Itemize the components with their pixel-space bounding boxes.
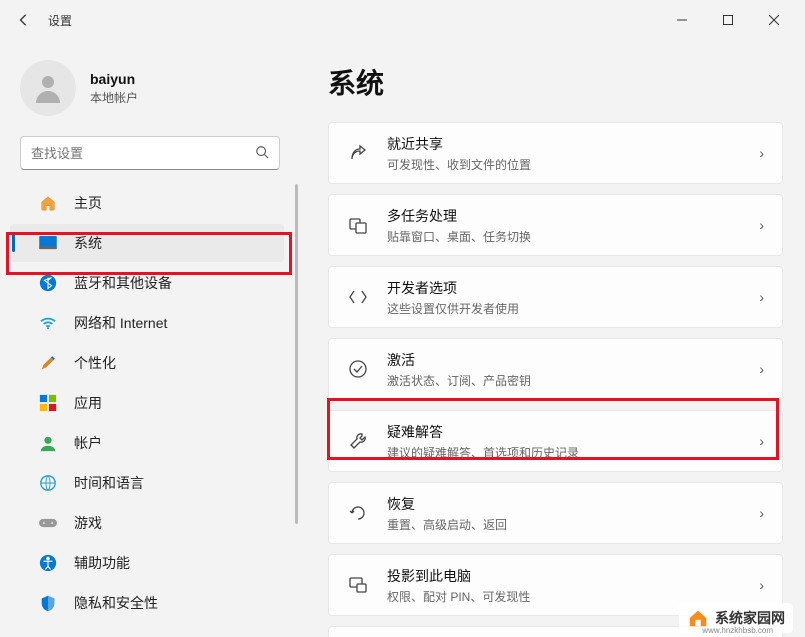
globe-clock-icon: [38, 473, 58, 493]
card-nearby-sharing[interactable]: 就近共享 可发现性、收到文件的位置 ›: [328, 122, 783, 184]
chevron-right-icon: ›: [759, 217, 764, 233]
sidebar-item-network[interactable]: 网络和 Internet: [10, 304, 284, 342]
chevron-right-icon: ›: [759, 145, 764, 161]
watermark-text: 系统家园网: [715, 608, 785, 628]
check-circle-icon: [347, 358, 369, 380]
sidebar-item-gaming[interactable]: 游戏: [10, 504, 284, 542]
back-button[interactable]: [8, 4, 40, 36]
sidebar-item-label: 隐私和安全性: [74, 593, 158, 613]
sidebar-item-accessibility[interactable]: 辅助功能: [10, 544, 284, 582]
chevron-right-icon: ›: [759, 577, 764, 593]
card-title: 开发者选项: [387, 278, 759, 298]
nav-list: 主页 系统 蓝牙和其他设备 网络和 Internet 个性化 应用: [0, 184, 300, 637]
close-button[interactable]: [751, 4, 797, 36]
developer-icon: [347, 286, 369, 308]
card-subtitle: 这些设置仅供开发者使用: [387, 300, 759, 317]
search-input[interactable]: [31, 146, 255, 161]
gamepad-icon: [38, 513, 58, 533]
sidebar-item-label: 个性化: [74, 353, 116, 373]
project-icon: [347, 574, 369, 596]
sidebar-item-label: 时间和语言: [74, 473, 144, 493]
window-controls: [659, 4, 797, 36]
recovery-icon: [347, 502, 369, 524]
card-title: 激活: [387, 350, 759, 370]
card-recovery[interactable]: 恢复 重置、高级启动、返回 ›: [328, 482, 783, 544]
maximize-button[interactable]: [705, 4, 751, 36]
wrench-icon: [347, 430, 369, 452]
user-name: baiyun: [90, 71, 138, 87]
wifi-icon: [38, 313, 58, 333]
card-title: 投影到此电脑: [387, 566, 759, 586]
app-title: 设置: [48, 12, 72, 29]
sidebar-item-privacy[interactable]: 隐私和安全性: [10, 584, 284, 622]
main-panel: 系统 就近共享 可发现性、收到文件的位置 › 多任务处理 贴靠窗口、桌面、任务切…: [300, 40, 805, 637]
sidebar: baiyun 本地帐户 主页 系统 蓝牙和其他设备: [0, 40, 300, 637]
card-subtitle: 重置、高级启动、返回: [387, 516, 759, 533]
sidebar-item-bluetooth[interactable]: 蓝牙和其他设备: [10, 264, 284, 302]
sidebar-item-label: 帐户: [74, 433, 102, 453]
bluetooth-icon: [38, 273, 58, 293]
card-subtitle: 贴靠窗口、桌面、任务切换: [387, 228, 759, 245]
chevron-right-icon: ›: [759, 361, 764, 377]
card-subtitle: 可发现性、收到文件的位置: [387, 156, 759, 173]
chevron-right-icon: ›: [759, 433, 764, 449]
card-title: 多任务处理: [387, 206, 759, 226]
card-developer[interactable]: 开发者选项 这些设置仅供开发者使用 ›: [328, 266, 783, 328]
share-icon: [347, 142, 369, 164]
user-subtitle: 本地帐户: [90, 89, 138, 106]
card-title: 疑难解答: [387, 422, 759, 442]
watermark: 系统家园网 www.hnzkhbsb.com: [679, 603, 793, 633]
search-icon: [255, 145, 269, 162]
card-multitasking[interactable]: 多任务处理 贴靠窗口、桌面、任务切换 ›: [328, 194, 783, 256]
card-title: 就近共享: [387, 134, 759, 154]
sidebar-item-apps[interactable]: 应用: [10, 384, 284, 422]
user-block[interactable]: baiyun 本地帐户: [0, 52, 300, 136]
title-bar: 设置: [0, 0, 805, 40]
sidebar-item-label: 应用: [74, 393, 102, 413]
sidebar-item-label: 蓝牙和其他设备: [74, 273, 172, 293]
chevron-right-icon: ›: [759, 505, 764, 521]
sidebar-item-label: 系统: [74, 233, 102, 253]
card-subtitle: 权限、配对 PIN、可发现性: [387, 588, 759, 605]
page-title: 系统: [328, 62, 783, 102]
chevron-right-icon: ›: [759, 289, 764, 305]
sidebar-item-label: 网络和 Internet: [74, 313, 167, 333]
sidebar-item-accounts[interactable]: 帐户: [10, 424, 284, 462]
home-icon: [38, 193, 58, 213]
multitask-icon: [347, 214, 369, 236]
sidebar-item-system[interactable]: 系统: [10, 224, 284, 262]
accessibility-icon: [38, 553, 58, 573]
sidebar-item-label: 游戏: [74, 513, 102, 533]
sidebar-item-time[interactable]: 时间和语言: [10, 464, 284, 502]
person-icon: [38, 433, 58, 453]
sidebar-scrollbar[interactable]: [295, 184, 298, 524]
card-subtitle: 建议的疑难解答、首选项和历史记录: [387, 444, 759, 461]
search-box[interactable]: [20, 136, 280, 170]
system-icon: [38, 233, 58, 253]
watermark-url: www.hnzkhbsb.com: [702, 626, 773, 635]
paintbrush-icon: [38, 353, 58, 373]
card-troubleshoot[interactable]: 疑难解答 建议的疑难解答、首选项和历史记录 ›: [328, 410, 783, 472]
avatar: [20, 60, 76, 116]
shield-icon: [38, 593, 58, 613]
minimize-button[interactable]: [659, 4, 705, 36]
sidebar-item-personalization[interactable]: 个性化: [10, 344, 284, 382]
card-subtitle: 激活状态、订阅、产品密钥: [387, 372, 759, 389]
card-title: 恢复: [387, 494, 759, 514]
apps-icon: [38, 393, 58, 413]
sidebar-item-label: 主页: [74, 193, 102, 213]
sidebar-item-home[interactable]: 主页: [10, 184, 284, 222]
card-activation[interactable]: 激活 激活状态、订阅、产品密钥 ›: [328, 338, 783, 400]
sidebar-item-label: 辅助功能: [74, 553, 130, 573]
